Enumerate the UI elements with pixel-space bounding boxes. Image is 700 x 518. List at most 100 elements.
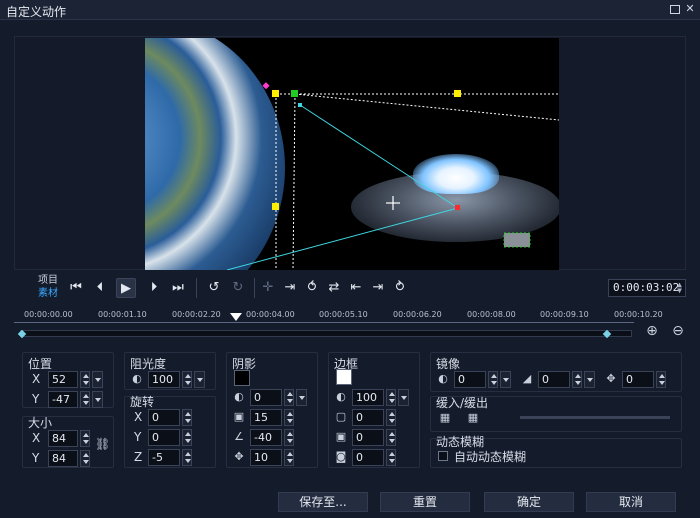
- end-frame-box[interactable]: [503, 232, 531, 248]
- keyframe-track[interactable]: [20, 330, 632, 337]
- handle-top-left[interactable]: [272, 90, 279, 97]
- move-keyframe-right-icon[interactable]: ⇥: [368, 278, 388, 298]
- border-opacity-dropdown[interactable]: [398, 389, 409, 406]
- handle-top-center[interactable]: [291, 90, 298, 97]
- position-y-dropdown[interactable]: [92, 391, 103, 408]
- position-y-input[interactable]: -47: [48, 391, 78, 408]
- rotation-y-spinner[interactable]: [182, 429, 192, 446]
- mirror-fade-spinner[interactable]: [572, 371, 582, 388]
- rotation-handle[interactable]: [262, 82, 270, 90]
- auto-motion-blur-checkbox[interactable]: [438, 451, 448, 461]
- border-color-swatch[interactable]: [336, 369, 352, 385]
- size-y-spinner[interactable]: [80, 450, 90, 467]
- ease-out-icon[interactable]: ▦: [466, 411, 480, 425]
- timecode-spinner[interactable]: ▲ ▼: [677, 281, 682, 295]
- maximize-icon[interactable]: [670, 5, 680, 14]
- handle-top-right[interactable]: [454, 90, 461, 97]
- zoom-out-icon[interactable]: ⊖: [670, 323, 686, 339]
- previous-frame-icon[interactable]: ⏴: [90, 278, 110, 298]
- rotation-z-spinner[interactable]: [182, 449, 192, 466]
- rotation-z-input[interactable]: -5: [148, 449, 180, 466]
- mirror-opacity-dropdown[interactable]: [500, 371, 511, 388]
- position-x-spinner[interactable]: [80, 371, 90, 388]
- shadow-opacity-spinner[interactable]: [284, 389, 294, 406]
- shadow-distance-icon: ✥: [234, 450, 244, 463]
- ok-button[interactable]: 确定: [484, 492, 574, 512]
- border-corner-input[interactable]: 0: [352, 449, 384, 466]
- shadow-opacity-icon: ◐: [234, 390, 244, 403]
- handle-left-middle[interactable]: [272, 203, 279, 210]
- cancel-button[interactable]: 取消: [586, 492, 676, 512]
- size-y-input[interactable]: 84: [48, 450, 78, 467]
- position-x-dropdown[interactable]: [92, 371, 103, 388]
- opacity-spinner[interactable]: [182, 371, 192, 388]
- border-opacity-spinner[interactable]: [386, 389, 396, 406]
- border-blur-input[interactable]: 0: [352, 429, 384, 446]
- rotation-x-input[interactable]: 0: [148, 409, 180, 426]
- save-to-button[interactable]: 保存至...: [278, 492, 368, 512]
- shadow-blur-spinner[interactable]: [284, 409, 294, 426]
- mode-switch[interactable]: 项目 素材: [38, 274, 58, 300]
- mirror-fade-input[interactable]: 0: [538, 371, 570, 388]
- move-keyframe-left-icon[interactable]: ⇤: [346, 278, 366, 298]
- position-x-input[interactable]: 52: [48, 371, 78, 388]
- opacity-dropdown[interactable]: [194, 371, 205, 388]
- reverse-keyframe-icon[interactable]: ⥀: [302, 278, 322, 298]
- border-width-spinner[interactable]: [386, 409, 396, 426]
- motion-path-bottom: [226, 207, 459, 270]
- rotation-x-spinner[interactable]: [182, 409, 192, 426]
- shadow-angle-spinner[interactable]: [284, 429, 294, 446]
- timeline-ruler[interactable]: 00:00:00.00 00:00:01.10 00:00:02.20 00:0…: [14, 310, 663, 344]
- play-icon[interactable]: ▶: [116, 278, 136, 298]
- shadow-blur-input[interactable]: 15: [250, 409, 282, 426]
- reset-button[interactable]: 重置: [380, 492, 470, 512]
- anchor-point[interactable]: [455, 205, 460, 210]
- undo-icon[interactable]: ↺: [204, 278, 224, 298]
- ease-slider[interactable]: [520, 416, 670, 419]
- mirror-opacity-spinner[interactable]: [488, 371, 498, 388]
- border-width-input[interactable]: 0: [352, 409, 384, 426]
- add-keyframe-icon[interactable]: ✛: [258, 278, 278, 298]
- position-label: 位置: [28, 357, 53, 371]
- title-bar: 自定义动作 ✕: [0, 0, 700, 20]
- border-blur-icon: ▣: [335, 430, 347, 443]
- tick-label: 00:00:06.20: [393, 310, 442, 319]
- size-x-spinner[interactable]: [80, 430, 90, 447]
- mirror-offset-input[interactable]: 0: [622, 371, 654, 388]
- copy-keyframe-icon[interactable]: ⥁: [390, 278, 410, 298]
- opacity-input[interactable]: 100: [148, 371, 180, 388]
- size-x-input[interactable]: 84: [48, 430, 78, 447]
- shadow-distance-spinner[interactable]: [284, 449, 294, 466]
- shadow-angle-input[interactable]: -40: [250, 429, 282, 446]
- mirror-offset-spinner[interactable]: [656, 371, 666, 388]
- playhead[interactable]: [230, 313, 242, 321]
- next-frame-icon[interactable]: ⏵: [144, 278, 164, 298]
- playback-controls: 项目 素材 ⏮ ⏴ ▶ ⏵ ⏭ ↺ ↻ ✛ ⇥ ⥀ ⇄ ⇤ ⇥ ⥁ 0:00:0…: [14, 270, 686, 306]
- path-point[interactable]: [298, 103, 302, 107]
- remove-keyframe-icon[interactable]: ⇥: [280, 278, 300, 298]
- zoom-in-icon[interactable]: ⊕: [644, 323, 660, 339]
- shadow-opacity-input[interactable]: 0: [250, 389, 282, 406]
- border-opacity-input[interactable]: 100: [352, 389, 384, 406]
- mirror-opacity-input[interactable]: 0: [454, 371, 486, 388]
- rotation-x-label: X: [134, 410, 143, 424]
- redo-icon[interactable]: ↻: [228, 278, 248, 298]
- link-aspect-icon[interactable]: ⛓: [95, 437, 110, 451]
- border-blur-spinner[interactable]: [386, 429, 396, 446]
- preview-canvas[interactable]: [145, 38, 559, 270]
- swap-keyframe-icon[interactable]: ⇄: [324, 278, 344, 298]
- go-to-end-icon[interactable]: ⏭: [168, 278, 188, 298]
- rotation-y-input[interactable]: 0: [148, 429, 180, 446]
- mode-project[interactable]: 项目: [38, 274, 58, 287]
- mirror-fade-dropdown[interactable]: [584, 371, 595, 388]
- go-to-start-icon[interactable]: ⏮: [66, 278, 86, 298]
- shadow-color-swatch[interactable]: [234, 370, 250, 386]
- shadow-distance-input[interactable]: 10: [250, 449, 282, 466]
- position-y-spinner[interactable]: [80, 391, 90, 408]
- close-icon[interactable]: ✕: [684, 3, 696, 15]
- mode-clip[interactable]: 素材: [38, 287, 58, 300]
- border-corner-spinner[interactable]: [386, 449, 396, 466]
- timecode-field[interactable]: 0:00:03:02 ▲ ▼: [608, 279, 686, 297]
- shadow-opacity-dropdown[interactable]: [296, 389, 307, 406]
- ease-in-icon[interactable]: ▦: [438, 411, 452, 425]
